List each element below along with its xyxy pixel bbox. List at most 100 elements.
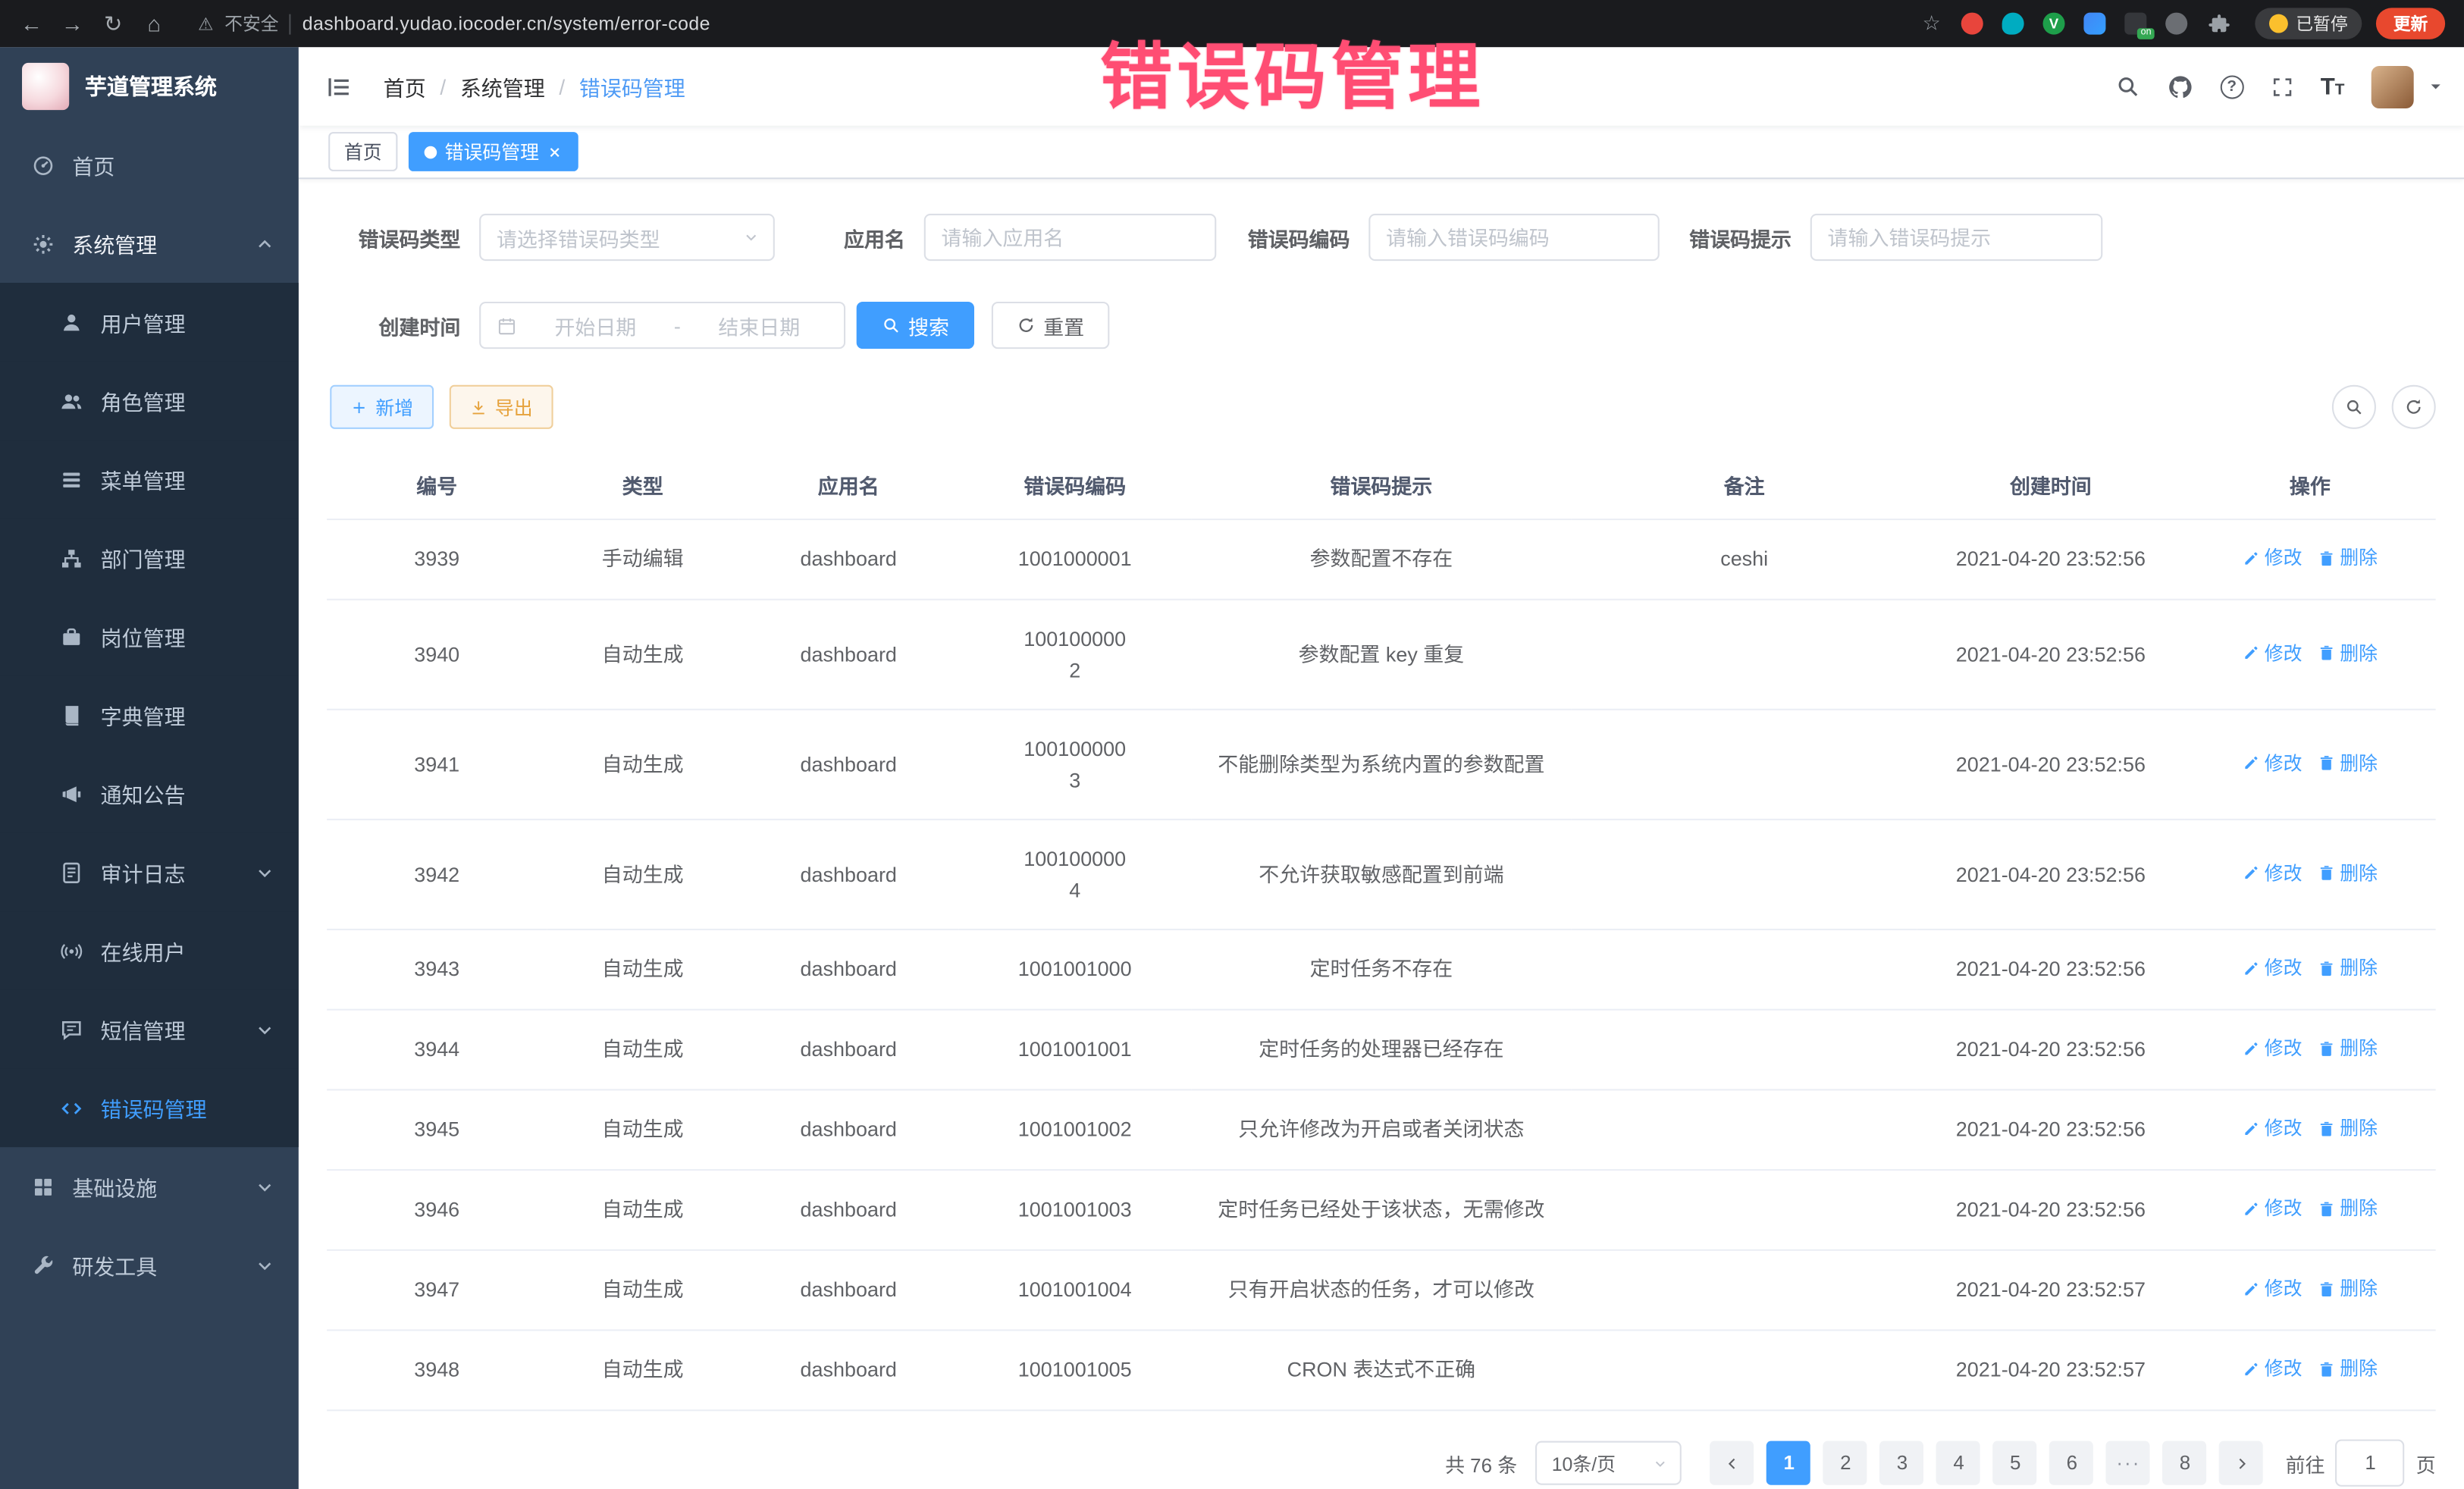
sidebar-item-dept[interactable]: 部门管理 xyxy=(0,519,299,597)
browser-home-icon[interactable] xyxy=(135,5,173,42)
browser-forward-icon[interactable] xyxy=(53,5,91,42)
edit-icon xyxy=(2243,754,2260,772)
tag-home[interactable]: 首页 xyxy=(328,132,397,171)
paused-badge[interactable]: 已暂停 xyxy=(2255,8,2362,39)
reset-button[interactable]: 重置 xyxy=(992,302,1109,349)
address-bar[interactable]: 不安全 dashboard.yudao.iocoder.cn/system/er… xyxy=(198,11,710,36)
sidebar-item-sms[interactable]: 短信管理 xyxy=(0,990,299,1069)
edit-link[interactable]: 修改 xyxy=(2243,1194,2303,1222)
add-button[interactable]: 新增 xyxy=(330,385,434,429)
tag-error-code[interactable]: 错误码管理 xyxy=(409,132,578,171)
sidebar-item-dev-tools[interactable]: 研发工具 xyxy=(0,1226,299,1305)
help-icon[interactable] xyxy=(2220,74,2243,98)
sidebar-item-menu[interactable]: 菜单管理 xyxy=(0,440,299,519)
tag-close-icon[interactable] xyxy=(547,144,563,160)
sidebar-item-home[interactable]: 首页 xyxy=(0,126,299,205)
grid-icon xyxy=(31,1174,55,1198)
delete-link[interactable]: 删除 xyxy=(2318,1034,2378,1062)
next-page-button[interactable] xyxy=(2220,1441,2264,1485)
edit-link[interactable]: 修改 xyxy=(2243,1114,2303,1143)
sidebar-item-infra[interactable]: 基础设施 xyxy=(0,1147,299,1226)
extension-icon[interactable] xyxy=(2083,13,2105,35)
edit-link[interactable]: 修改 xyxy=(2243,1034,2303,1062)
edit-link[interactable]: 修改 xyxy=(2243,544,2303,572)
delete-link[interactable]: 删除 xyxy=(2318,859,2378,887)
breadcrumb-system[interactable]: 系统管理 xyxy=(460,71,545,102)
cell-message: 定时任务已经处于该状态，无需修改 xyxy=(1191,1170,1572,1250)
edit-link[interactable]: 修改 xyxy=(2243,1355,2303,1383)
delete-link[interactable]: 删除 xyxy=(2318,1194,2378,1222)
edit-link[interactable]: 修改 xyxy=(2243,1274,2303,1302)
extensions-puzzle-icon[interactable] xyxy=(2208,12,2231,36)
delete-link[interactable]: 删除 xyxy=(2318,1114,2378,1143)
prev-page-button[interactable] xyxy=(1710,1441,1754,1485)
date-range-picker[interactable]: 开始日期 - 结束日期 xyxy=(479,302,845,349)
cell-app: dashboard xyxy=(738,710,958,820)
browser-back-icon[interactable] xyxy=(13,5,51,42)
error-code-input[interactable] xyxy=(1368,214,1659,261)
extension-icon[interactable] xyxy=(2002,13,2024,35)
sidebar-item-audit-log[interactable]: 审计日志 xyxy=(0,833,299,912)
edit-link[interactable]: 修改 xyxy=(2243,954,2303,982)
github-icon[interactable] xyxy=(2167,73,2193,99)
extension-icon[interactable] xyxy=(2043,13,2065,35)
app-name-input[interactable] xyxy=(924,214,1217,261)
user-avatar[interactable] xyxy=(2372,65,2414,108)
edit-link[interactable]: 修改 xyxy=(2243,859,2303,887)
delete-link[interactable]: 删除 xyxy=(2318,1355,2378,1383)
sidebar-item-notice[interactable]: 通知公告 xyxy=(0,754,299,833)
sidebar-item-role[interactable]: 角色管理 xyxy=(0,362,299,440)
fullscreen-icon[interactable] xyxy=(2270,74,2293,98)
page-button-6[interactable]: 6 xyxy=(2050,1441,2094,1485)
page-button-3[interactable]: 3 xyxy=(1880,1441,1924,1485)
font-size-icon[interactable] xyxy=(2321,73,2345,99)
delete-link[interactable]: 删除 xyxy=(2318,639,2378,667)
refresh-table-button[interactable] xyxy=(2392,385,2436,429)
extension-icon[interactable] xyxy=(2165,13,2187,35)
delete-link[interactable]: 删除 xyxy=(2318,544,2378,572)
sidebar-item-system[interactable]: 系统管理 xyxy=(0,204,299,283)
cell-code: 100100000 3 xyxy=(958,710,1191,820)
edit-icon xyxy=(2243,1360,2260,1378)
more-pages-button[interactable]: ··· xyxy=(2106,1441,2150,1485)
browser-reload-icon[interactable] xyxy=(94,5,132,42)
sidebar-item-error-code[interactable]: 错误码管理 xyxy=(0,1068,299,1147)
cell-app: dashboard xyxy=(738,600,958,710)
avatar-caret-down-icon[interactable] xyxy=(2428,79,2444,95)
bookmark-star-icon[interactable] xyxy=(1923,11,1941,36)
export-button[interactable]: 导出 xyxy=(450,385,553,429)
edit-link[interactable]: 修改 xyxy=(2243,639,2303,667)
cell-code: 100100000 2 xyxy=(958,600,1191,710)
sidebar-item-online-user[interactable]: 在线用户 xyxy=(0,911,299,990)
breadcrumb-home[interactable]: 首页 xyxy=(384,71,426,102)
delete-link[interactable]: 删除 xyxy=(2318,1274,2378,1302)
page-button-4[interactable]: 4 xyxy=(1937,1441,1981,1485)
delete-link[interactable]: 删除 xyxy=(2318,954,2378,982)
error-type-select[interactable]: 请选择错误码类型 xyxy=(479,214,775,261)
header-search-icon[interactable] xyxy=(2114,74,2140,99)
page-button-1[interactable]: 1 xyxy=(1767,1441,1811,1485)
error-message-input[interactable] xyxy=(1810,214,2103,261)
delete-link[interactable]: 删除 xyxy=(2318,749,2378,777)
extension-icon[interactable] xyxy=(2124,13,2146,35)
sidebar-item-user[interactable]: 用户管理 xyxy=(0,283,299,362)
table-row: 3941自动生成dashboard100100000 3不能删除类型为系统内置的… xyxy=(327,710,2436,820)
page-size-select[interactable]: 10条/页 xyxy=(1536,1441,1682,1485)
goto-page-input[interactable] xyxy=(2336,1440,2405,1487)
browser-update-button[interactable]: 更新 xyxy=(2376,8,2445,39)
sidebar-item-post[interactable]: 岗位管理 xyxy=(0,597,299,676)
cell-message: 只允许修改为开启或者关闭状态 xyxy=(1191,1089,1572,1170)
extension-icon[interactable] xyxy=(1961,13,1983,35)
trash-icon xyxy=(2318,1280,2335,1297)
sidebar-item-dict[interactable]: 字典管理 xyxy=(0,676,299,754)
toggle-search-button[interactable] xyxy=(2332,385,2376,429)
search-button[interactable]: 搜索 xyxy=(857,302,974,349)
page-button-2[interactable]: 2 xyxy=(1823,1441,1867,1485)
trash-icon xyxy=(2318,754,2335,772)
page-button-5[interactable]: 5 xyxy=(1993,1441,2037,1485)
page-button-8[interactable]: 8 xyxy=(2163,1441,2207,1485)
edit-link[interactable]: 修改 xyxy=(2243,749,2303,777)
sidebar-fold-icon[interactable] xyxy=(325,73,352,99)
cell-remark xyxy=(1572,600,1917,710)
trash-icon xyxy=(2318,1120,2335,1137)
